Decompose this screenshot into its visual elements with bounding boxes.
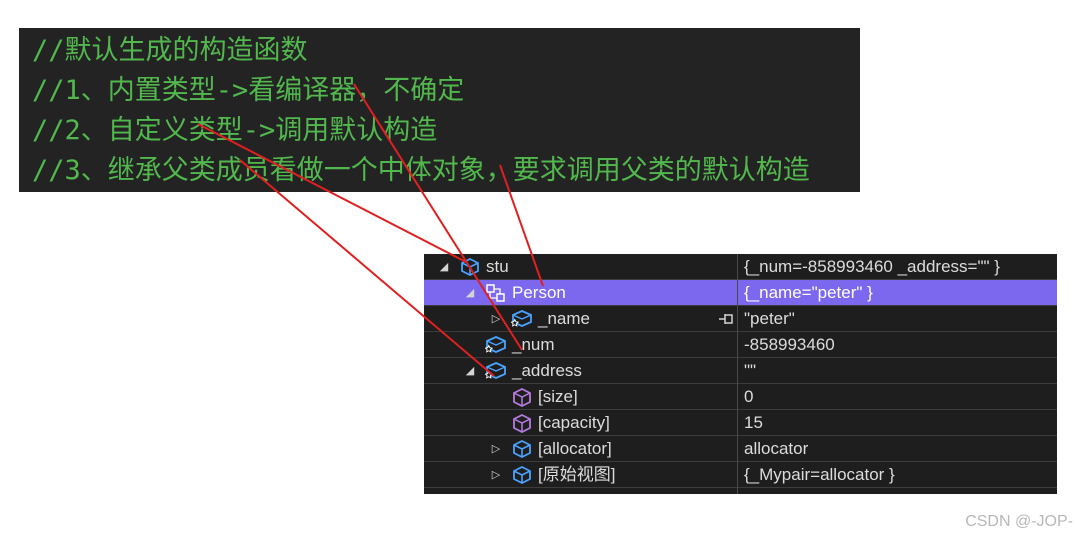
watch-row-raw-view[interactable]: ▷ [原始视图] {_Mypair=allocator }	[424, 462, 1057, 488]
expand-arrow-icon[interactable]: ▷	[490, 462, 502, 488]
watch-value[interactable]: ""	[744, 358, 756, 384]
watch-name: Person	[512, 283, 566, 302]
code-comment-line: //1、内置类型->看编译器，不确定	[32, 75, 465, 106]
watch-row-num[interactable]: _num -858993460	[424, 332, 1057, 358]
field-icon	[485, 362, 506, 379]
code-comment-line: //默认生成的构造函数	[32, 35, 308, 66]
code-editor-panel: //默认生成的构造函数 //1、内置类型->看编译器，不确定 //2、自定义类型…	[19, 28, 860, 192]
watch-row-stu[interactable]: ◢ stu {_num=-858993460 _address="" }	[424, 254, 1057, 280]
watch-row-address[interactable]: ◢ _address ""	[424, 358, 1057, 384]
watch-value[interactable]: {_name="peter" }	[744, 280, 873, 306]
variable-icon	[513, 439, 531, 459]
watch-name: [allocator]	[538, 439, 612, 458]
variable-icon	[513, 465, 531, 485]
collapse-arrow-icon[interactable]: ◢	[464, 358, 476, 384]
watch-value[interactable]: 15	[744, 410, 763, 436]
watch-name: _address	[512, 361, 582, 380]
field-icon	[511, 310, 532, 327]
field-icon	[485, 336, 506, 353]
base-class-icon	[486, 284, 505, 302]
watch-row-person[interactable]: ◢ Person {_name="peter" }	[424, 280, 1057, 306]
watch-name: [原始视图]	[538, 465, 616, 484]
cube-icon	[513, 387, 531, 407]
watch-name: [size]	[538, 387, 578, 406]
watch-name: stu	[486, 257, 509, 276]
expand-arrow-icon[interactable]: ▷	[490, 436, 502, 462]
pin-icon[interactable]	[716, 309, 736, 329]
watch-row-allocator[interactable]: ▷ [allocator] allocator	[424, 436, 1057, 462]
watch-value[interactable]: "peter"	[744, 306, 795, 332]
variable-icon	[461, 257, 479, 277]
watch-window: ◢ stu {_num=-858993460 _address="" } ◢ P…	[424, 254, 1057, 494]
watch-row-size[interactable]: [size] 0	[424, 384, 1057, 410]
watch-value[interactable]: {_num=-858993460 _address="" }	[744, 254, 1000, 280]
collapse-arrow-icon[interactable]: ◢	[464, 280, 476, 306]
expander-placeholder	[490, 410, 502, 436]
code-comment-line: //3、继承父类成员看做一个中体对象，要求调用父类的默认构造	[32, 155, 810, 186]
cube-icon	[513, 413, 531, 433]
watch-name: _name	[538, 309, 590, 328]
watch-value[interactable]: {_Mypair=allocator }	[744, 462, 895, 488]
watch-value[interactable]: 0	[744, 384, 753, 410]
collapse-arrow-icon[interactable]: ◢	[438, 254, 450, 280]
watch-value[interactable]: allocator	[744, 436, 808, 462]
watch-row-name[interactable]: ▷ _name "peter"	[424, 306, 1057, 332]
expand-arrow-icon[interactable]: ▷	[490, 306, 502, 332]
watch-name: _num	[512, 335, 555, 354]
code-comment-line: //2、自定义类型->调用默认构造	[32, 115, 438, 146]
expander-placeholder	[464, 332, 476, 358]
watch-value[interactable]: -858993460	[744, 332, 835, 358]
watermark: CSDN @-JOP-	[965, 513, 1073, 530]
expander-placeholder	[490, 384, 502, 410]
watch-row-capacity[interactable]: [capacity] 15	[424, 410, 1057, 436]
watch-name: [capacity]	[538, 413, 610, 432]
watch-row-cutoff	[424, 488, 1057, 494]
